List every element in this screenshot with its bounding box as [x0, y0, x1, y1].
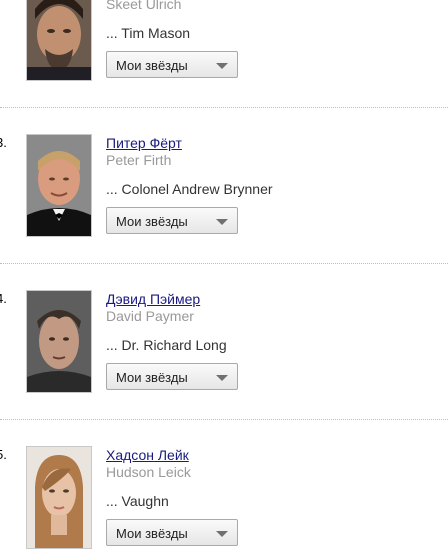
chevron-down-icon [216, 531, 228, 537]
cast-item: 4. Дэвид Пэймер David Paymer ... Dr. Ric… [0, 198, 448, 393]
actor-name-en: Peter Firth [106, 152, 172, 168]
actor-name-en: David Paymer [106, 308, 194, 324]
actor-name-en: Hudson Leick [106, 464, 191, 480]
cast-number: 4. [0, 291, 7, 306]
my-stars-label: Мои звёзды [116, 526, 188, 541]
cast-item: Skeet Ulrich ... Tim Mason Мои звёзды [0, 0, 448, 81]
role-name: ... Tim Mason [106, 25, 191, 41]
actor-name-ru-link[interactable]: Хадсон Лейк [106, 447, 189, 463]
cast-number: 5. [0, 447, 7, 462]
my-stars-dropdown[interactable]: Мои звёзды [106, 519, 238, 546]
actor-photo[interactable] [26, 446, 92, 549]
actor-name-en: Skeet Ulrich [106, 0, 182, 12]
divider [0, 263, 448, 264]
cast-item: 5. Хадсон Лейк Hudson Leick ... Vaughn М… [0, 354, 448, 549]
actor-name-ru-link[interactable]: Питер Фёрт [106, 135, 182, 151]
cast-item: 3. Питер Фёрт Peter Firth ... Colonel An… [0, 42, 448, 237]
role-name: ... Vaughn [106, 493, 169, 509]
actor-name-ru-link[interactable]: Дэвид Пэймер [106, 291, 200, 307]
cast-number: 3. [0, 135, 7, 150]
cast-list: Skeet Ulrich ... Tim Mason Мои звёзды 3.… [0, 0, 448, 555]
divider [0, 419, 448, 420]
role-name: ... Dr. Richard Long [106, 337, 227, 353]
divider [0, 107, 448, 108]
role-name: ... Colonel Andrew Brynner [106, 181, 273, 197]
